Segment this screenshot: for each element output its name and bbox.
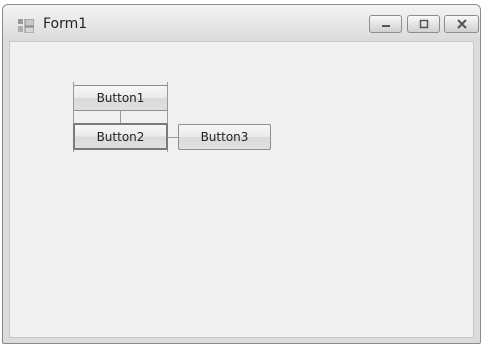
form1-window: Form1 Button1 Button2 Button3 bbox=[2, 4, 481, 344]
minimize-button[interactable] bbox=[369, 15, 402, 33]
form-client-area[interactable]: Button1 Button2 Button3 bbox=[9, 41, 474, 338]
close-button[interactable] bbox=[444, 15, 479, 33]
button2[interactable]: Button2 bbox=[73, 123, 168, 150]
snapline-horizontal bbox=[168, 137, 178, 138]
minimize-icon bbox=[381, 25, 390, 27]
button3[interactable]: Button3 bbox=[178, 124, 271, 150]
maximize-icon bbox=[419, 19, 428, 29]
title-bar[interactable]: Form1 bbox=[3, 5, 480, 41]
maximize-button[interactable] bbox=[407, 15, 440, 33]
button1[interactable]: Button1 bbox=[73, 85, 168, 111]
window-title: Form1 bbox=[43, 16, 88, 32]
close-icon bbox=[456, 19, 467, 29]
snapline-center bbox=[120, 111, 121, 123]
form-icon bbox=[18, 19, 34, 33]
